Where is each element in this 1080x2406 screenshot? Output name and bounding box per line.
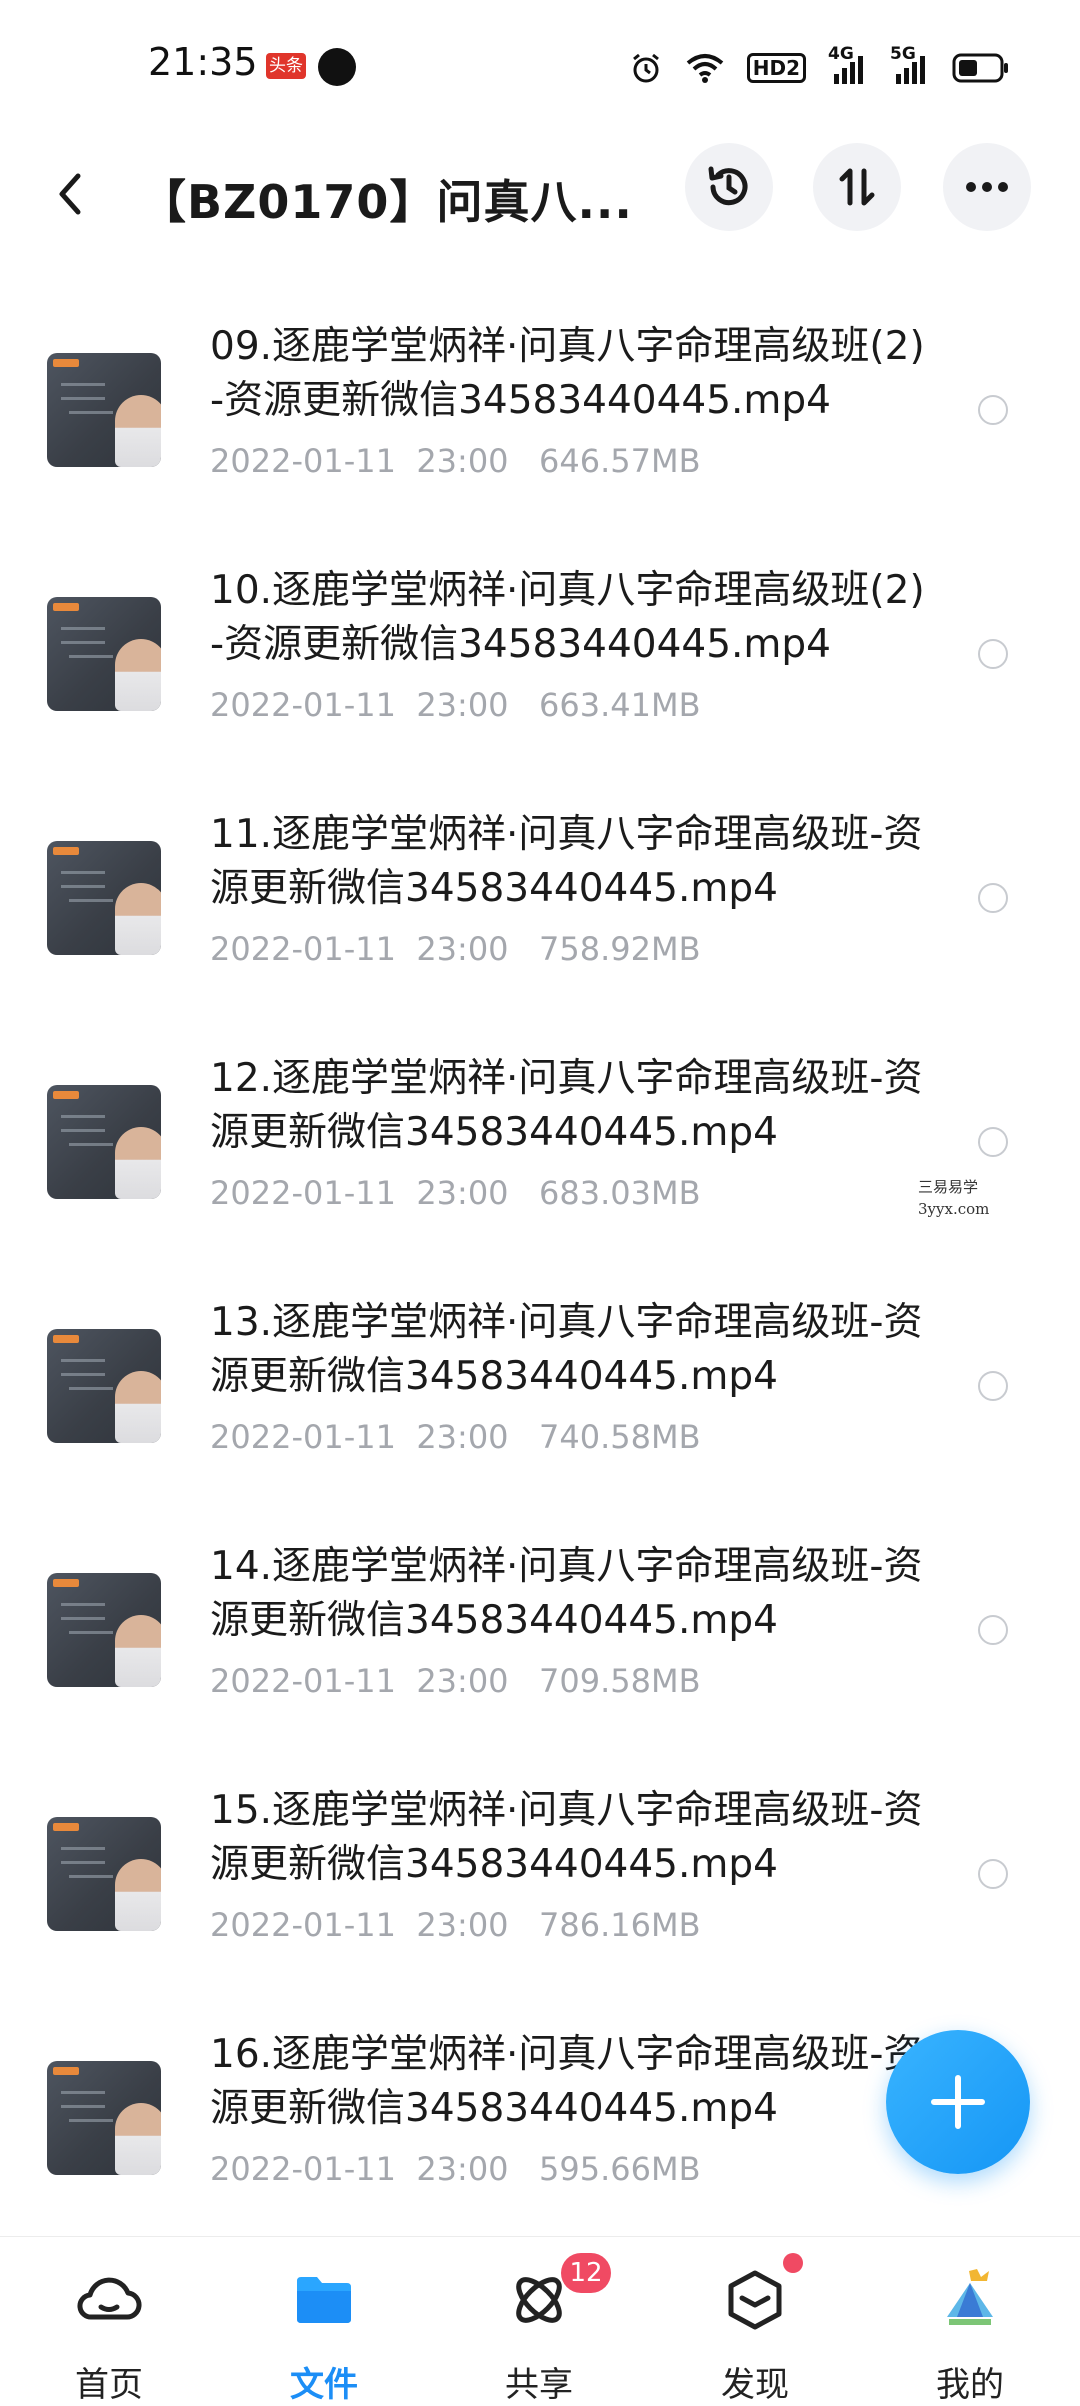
file-meta: 2022-01-11 23:00 663.41MB — [210, 686, 701, 724]
toutiao-app-icon: 头条 — [266, 53, 306, 79]
nav-discover[interactable]: 发现 — [685, 2253, 825, 2405]
file-meta: 2022-01-11 23:00 595.66MB — [210, 2150, 701, 2188]
nav-files[interactable]: 文件 — [254, 2257, 394, 2405]
watermark: 三易易学 3yyx.com — [918, 1176, 989, 1220]
status-bar: 21:35 头条 HD2 4G 5G — [0, 0, 1080, 130]
history-icon — [708, 166, 748, 206]
notification-badge: 12 — [561, 2253, 611, 2293]
nav-label: 共享 — [505, 2365, 573, 2405]
file-name: 16.逐鹿学堂炳祥·问真八字命理高级班-资源更新微信34583440445.mp… — [210, 2032, 923, 2131]
file-meta: 2022-01-11 23:00 758.92MB — [210, 930, 701, 968]
alarm-icon — [632, 53, 659, 83]
file-name: 12.逐鹿学堂炳祥·问真八字命理高级班-资源更新微信34583440445.mp… — [210, 1056, 923, 1155]
select-checkbox[interactable] — [978, 395, 1008, 425]
more-icon — [966, 182, 1008, 192]
cube-icon — [728, 2270, 782, 2330]
file-name: 10.逐鹿学堂炳祥·问真八字命理高级班(2)-资源更新微信34583440445… — [210, 568, 925, 667]
more-button[interactable] — [943, 143, 1031, 231]
file-list: 09.逐鹿学堂炳祥·问真八字命理高级班(2)-资源更新微信34583440445… — [0, 290, 1080, 2242]
video-thumbnail — [47, 597, 161, 711]
wifi-icon — [686, 54, 724, 83]
file-row[interactable]: 12.逐鹿学堂炳祥·问真八字命理高级班-资源更新微信34583440445.mp… — [0, 1022, 1080, 1266]
signal-icon — [834, 56, 863, 84]
select-checkbox[interactable] — [978, 639, 1008, 669]
file-row[interactable]: 15.逐鹿学堂炳祥·问真八字命理高级班-资源更新微信34583440445.mp… — [0, 1754, 1080, 1998]
app-notification-icon — [318, 48, 356, 86]
file-name: 15.逐鹿学堂炳祥·问真八字命理高级班-资源更新微信34583440445.mp… — [210, 1788, 923, 1887]
page-title: 【BZ0170】问真八... — [140, 175, 633, 229]
plus-icon — [931, 2075, 985, 2129]
file-meta: 2022-01-11 23:00 646.57MB — [210, 442, 701, 480]
file-meta: 2022-01-11 23:00 740.58MB — [210, 1418, 701, 1456]
status-icons: HD2 4G 5G — [629, 44, 1010, 90]
avatar-icon — [947, 2269, 993, 2325]
select-checkbox[interactable] — [978, 1127, 1008, 1157]
hd-indicator: HD2 — [746, 53, 806, 83]
sort-button[interactable] — [813, 143, 901, 231]
bottom-nav: 首页 文件 12 共享 发现 我的 — [0, 2236, 1080, 2405]
file-row[interactable]: 11.逐鹿学堂炳祥·问真八字命理高级班-资源更新微信34583440445.mp… — [0, 778, 1080, 1022]
sort-icon — [839, 168, 875, 206]
signal-icon — [896, 56, 925, 84]
folder-icon — [297, 2277, 351, 2323]
file-row[interactable]: 14.逐鹿学堂炳祥·问真八字命理高级班-资源更新微信34583440445.mp… — [0, 1510, 1080, 1754]
signal-4g: 4G — [828, 44, 868, 86]
select-checkbox[interactable] — [978, 1615, 1008, 1645]
select-checkbox[interactable] — [978, 1371, 1008, 1401]
nav-label: 首页 — [75, 2365, 143, 2405]
notification-dot — [783, 2253, 803, 2273]
nav-label: 发现 — [721, 2365, 789, 2405]
video-thumbnail — [47, 1573, 161, 1687]
file-meta: 2022-01-11 23:00 786.16MB — [210, 1906, 701, 1944]
video-thumbnail — [47, 1817, 161, 1931]
select-checkbox[interactable] — [978, 1859, 1008, 1889]
status-time: 21:35 — [148, 40, 258, 84]
nav-label: 我的 — [936, 2365, 1004, 2405]
video-thumbnail — [47, 1085, 161, 1199]
file-name: 09.逐鹿学堂炳祥·问真八字命理高级班(2)-资源更新微信34583440445… — [210, 324, 925, 423]
signal-5g: 5G — [890, 44, 930, 86]
file-name: 14.逐鹿学堂炳祥·问真八字命理高级班-资源更新微信34583440445.mp… — [210, 1544, 923, 1643]
file-row[interactable]: 13.逐鹿学堂炳祥·问真八字命理高级班-资源更新微信34583440445.mp… — [0, 1266, 1080, 1510]
file-row[interactable]: 09.逐鹿学堂炳祥·问真八字命理高级班(2)-资源更新微信34583440445… — [0, 290, 1080, 534]
back-button[interactable] — [40, 162, 104, 226]
video-thumbnail — [47, 841, 161, 955]
select-checkbox[interactable] — [978, 883, 1008, 913]
file-row[interactable]: 10.逐鹿学堂炳祥·问真八字命理高级班(2)-资源更新微信34583440445… — [0, 534, 1080, 778]
watermark-line: 3yyx.com — [918, 1200, 990, 1218]
history-button[interactable] — [685, 143, 773, 231]
nav-label: 文件 — [290, 2365, 358, 2405]
nav-mine[interactable]: 我的 — [900, 2257, 1040, 2405]
file-meta: 2022-01-11 23:00 709.58MB — [210, 1662, 701, 1700]
nav-home[interactable]: 首页 — [39, 2257, 179, 2405]
file-name: 11.逐鹿学堂炳祥·问真八字命理高级班-资源更新微信34583440445.mp… — [210, 812, 923, 911]
nav-share[interactable]: 12 共享 — [469, 2253, 611, 2405]
video-thumbnail — [47, 2061, 161, 2175]
file-meta: 2022-01-11 23:00 683.03MB — [210, 1174, 701, 1212]
cloud-icon — [77, 2277, 142, 2320]
file-name: 13.逐鹿学堂炳祥·问真八字命理高级班-资源更新微信34583440445.mp… — [210, 1300, 923, 1399]
watermark-line: 三易易学 — [918, 1178, 979, 1196]
video-thumbnail — [47, 353, 161, 467]
add-button[interactable] — [886, 2030, 1030, 2174]
chevron-left-icon — [59, 173, 81, 215]
battery-icon — [952, 53, 1008, 83]
header: 【BZ0170】问真八... — [0, 140, 1080, 250]
video-thumbnail — [47, 1329, 161, 1443]
